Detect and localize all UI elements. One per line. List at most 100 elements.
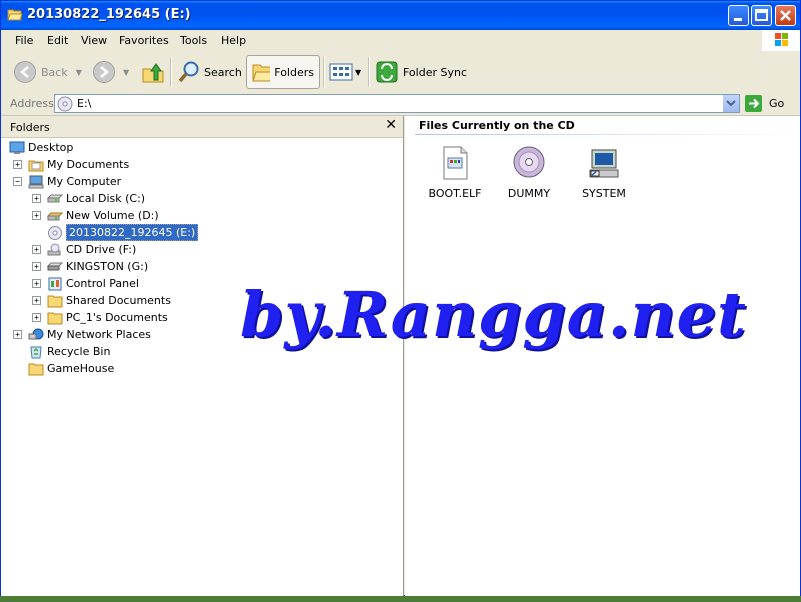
back-button[interactable]: Back ▼ (14, 55, 82, 89)
system-icon (589, 149, 619, 178)
maximize-button[interactable] (751, 5, 772, 26)
forward-button[interactable]: ▼ (93, 55, 129, 89)
tree-item-label: PC_1's Documents (66, 311, 168, 324)
tree-item-drive-e[interactable]: 20130822_192645 (E:) (47, 224, 199, 241)
tree-item-local-disk-c[interactable]: Local Disk (C:) (47, 190, 145, 207)
views-icon (329, 63, 353, 81)
toolbar-separator (170, 57, 172, 87)
tree-item-label: New Volume (D:) (66, 209, 159, 222)
menu-file[interactable]: File (15, 34, 33, 47)
expand-icon[interactable]: + (13, 330, 22, 339)
folders-pane-title: Folders (10, 121, 50, 134)
folder-sync-button[interactable]: Folder Sync (375, 55, 467, 89)
expand-icon[interactable]: + (32, 194, 41, 203)
minimize-button[interactable] (728, 5, 749, 26)
expand-icon[interactable]: + (32, 313, 41, 322)
tree-item-control-panel[interactable]: Control Panel (47, 275, 139, 292)
menu-view[interactable]: View (81, 34, 107, 47)
tree-item-kingston-g[interactable]: KINGSTON (G:) (47, 258, 148, 275)
toolbar-separator (323, 57, 325, 87)
back-label: Back (41, 65, 68, 79)
hard-disk-icon (47, 212, 63, 220)
address-value: E:\ (77, 97, 92, 110)
back-dropdown-icon[interactable]: ▼ (76, 68, 82, 77)
content-group-header: Files Currently on the CD (419, 119, 575, 132)
tree-item-label: GameHouse (47, 362, 115, 375)
control-panel-icon (48, 277, 62, 290)
expand-icon[interactable]: + (32, 245, 41, 254)
close-icon (780, 10, 791, 21)
file-item-dummy[interactable]: DUMMY (494, 146, 564, 200)
collapse-icon[interactable]: − (13, 177, 22, 186)
file-item-boot-elf[interactable]: BOOT.ELF (420, 146, 490, 200)
cd-drive-icon (47, 243, 61, 255)
folders-label: Folders (274, 65, 314, 79)
cd-icon (48, 225, 62, 240)
tree-item-recycle-bin[interactable]: Recycle Bin (28, 343, 110, 360)
tree-item-label: My Network Places (47, 328, 151, 341)
go-button[interactable]: Go (745, 95, 784, 112)
up-folder-button[interactable] (141, 55, 165, 89)
folders-button[interactable]: Folders (246, 55, 320, 89)
recycle-bin-icon (30, 346, 42, 358)
up-folder-icon (142, 63, 164, 83)
folder-icon (47, 312, 63, 324)
menu-tools[interactable]: Tools (180, 34, 207, 47)
windows-logo (762, 30, 800, 51)
tree-item-label: KINGSTON (G:) (66, 260, 149, 273)
expand-icon[interactable]: + (32, 296, 41, 305)
tree-item-label: Local Disk (C:) (66, 192, 146, 205)
tree-item-new-volume-d[interactable]: New Volume (D:) (47, 207, 159, 224)
views-button[interactable]: ▼ (329, 55, 361, 89)
back-arrow-icon (14, 61, 36, 83)
tree-item-label: 20130822_192645 (E:) (66, 224, 199, 241)
cd-icon (57, 96, 73, 112)
toolbar: Back ▼ ▼ Search Folders ▼ Folder Sync (1, 51, 800, 93)
tree-item-cd-drive-f[interactable]: CD Drive (F:) (47, 241, 136, 258)
menu-bar: File Edit View Favorites Tools Help (1, 30, 800, 52)
folders-icon (252, 64, 271, 82)
forward-arrow-icon (93, 61, 115, 83)
expand-icon[interactable]: + (32, 262, 41, 271)
forward-dropdown-icon[interactable]: ▼ (123, 68, 129, 77)
expand-icon[interactable]: + (13, 160, 22, 169)
maximize-icon (755, 9, 768, 21)
address-dropdown-button[interactable] (722, 95, 739, 112)
tree-item-gamehouse[interactable]: GameHouse (28, 360, 114, 377)
tree-item-my-documents[interactable]: My Documents (28, 156, 129, 173)
close-pane-icon[interactable]: ✕ (385, 117, 397, 133)
address-bar: Address E:\ Go (1, 92, 800, 116)
file-item-system[interactable]: SYSTEM (569, 146, 639, 200)
expand-icon[interactable]: + (32, 211, 41, 220)
menu-favorites[interactable]: Favorites (119, 34, 169, 47)
search-button[interactable]: Search (177, 55, 242, 89)
content-pane: Files Currently on the CD BOOT.ELF DUMMY (405, 116, 800, 596)
tree-item-desktop[interactable]: Desktop (9, 139, 73, 156)
desktop-icon (9, 141, 25, 154)
close-button[interactable] (775, 5, 796, 26)
go-arrow-icon (745, 95, 762, 112)
folder-sync-icon (376, 61, 398, 83)
desktop-background-strip (0, 596, 801, 602)
file-icon (443, 146, 468, 180)
minimize-icon (734, 18, 742, 21)
search-icon (178, 61, 199, 83)
my-documents-icon (28, 160, 44, 171)
toolbar-separator (368, 57, 370, 87)
windows-flag-icon (775, 33, 788, 46)
tree-item-shared-documents[interactable]: Shared Documents (47, 292, 171, 309)
menu-edit[interactable]: Edit (47, 34, 68, 47)
expand-icon[interactable]: + (32, 279, 41, 288)
tree-item-pc1-documents[interactable]: PC_1's Documents (47, 309, 168, 326)
tree-item-my-computer[interactable]: My Computer (28, 173, 121, 190)
chevron-down-icon (726, 100, 736, 107)
folder-icon (47, 295, 63, 307)
window-title: 20130822_192645 (E:) (27, 7, 191, 22)
menu-help[interactable]: Help (221, 34, 246, 47)
folders-pane-header: Folders ✕ (1, 116, 403, 138)
tree-item-label: Shared Documents (66, 294, 171, 307)
search-label: Search (204, 65, 242, 79)
title-bar[interactable]: 20130822_192645 (E:) (1, 1, 800, 30)
address-input[interactable]: E:\ (54, 94, 740, 113)
tree-item-my-network-places[interactable]: My Network Places (28, 326, 151, 343)
